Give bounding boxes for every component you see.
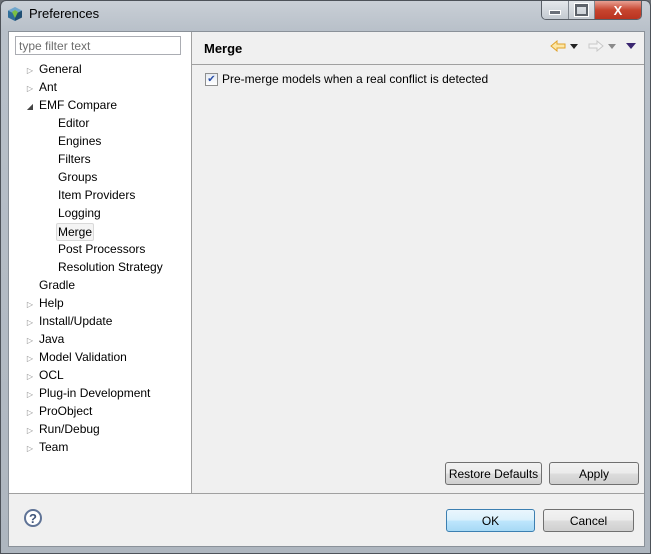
forward-history-dropdown-icon[interactable] [608,43,616,49]
window-title: Preferences [29,6,100,21]
tree-item-label: OCL [39,368,64,382]
preferences-cube-icon [8,7,22,21]
expand-arrow-icon[interactable]: ▷ [25,403,35,421]
tree-item-label: Item Providers [58,188,136,202]
tree-item-label: Merge [56,223,95,241]
minimize-button[interactable] [542,1,569,19]
tree-item-label: Editor [58,116,90,130]
expand-arrow-icon[interactable]: ▷ [25,367,35,385]
tree-item-label: Engines [58,134,102,148]
page-title: Merge [204,41,243,56]
tree-item[interactable]: ▷ Java [9,331,191,349]
expand-arrow-icon[interactable]: ▷ [25,385,35,403]
back-history-dropdown-icon[interactable] [570,43,578,49]
forward-arrow-icon[interactable] [588,40,604,52]
preferences-window: Preferences X ▷ General ▷ Ant ◢ EMF Compare Ed… [0,0,651,554]
expand-arrow-icon[interactable]: ▷ [25,421,35,439]
tree-item-label: Ant [39,80,58,94]
expand-arrow-icon[interactable]: ▷ [25,439,35,457]
title-bar[interactable]: Preferences X [1,1,650,27]
tree-item[interactable]: ▷ Ant [9,79,191,97]
cancel-button[interactable]: Cancel [543,509,634,532]
tree-item[interactable]: Logging [9,205,191,223]
tree-item-label: Java [39,332,65,346]
tree-item[interactable]: ▷ Team [9,439,191,457]
ok-button[interactable]: OK [446,509,535,532]
pre-merge-label: Pre-merge models when a real conflict is… [222,72,489,86]
tree-item[interactable]: Merge [9,223,191,241]
preference-page: Merge ✔ Pre-merge models when a real con… [192,32,644,494]
apply-button[interactable]: Apply [549,462,639,485]
tree-item[interactable]: Filters [9,151,191,169]
pre-merge-checkbox[interactable]: ✔ [205,72,218,86]
preference-tree-pane: ▷ General ▷ Ant ◢ EMF Compare Editor Engines Fil… [9,32,192,494]
pre-merge-option[interactable]: ✔ Pre-merge models when a real conflict … [205,72,488,86]
restore-defaults-button[interactable]: Restore Defaults [445,462,542,485]
tree-item[interactable]: Item Providers [9,187,191,205]
tree-item-label: Model Validation [39,350,127,364]
tree-item[interactable]: Gradle [9,277,191,295]
view-menu-icon[interactable] [626,43,636,49]
tree-item[interactable]: ▷ Run/Debug [9,421,191,439]
title-separator [192,64,644,65]
expand-arrow-icon[interactable]: ▷ [25,349,35,367]
tree-item[interactable]: ▷ Install/Update [9,313,191,331]
maximize-icon [575,4,588,16]
tree-item-label: Help [39,296,64,310]
close-button[interactable]: X [595,1,641,19]
tree-item-label: General [39,62,82,76]
preference-tree: ▷ General ▷ Ant ◢ EMF Compare Editor Engines Fil… [9,61,191,457]
tree-item[interactable]: Resolution Strategy [9,259,191,277]
tree-item-label: EMF Compare [39,98,118,112]
tree-item[interactable]: ▷ ProObject [9,403,191,421]
collapse-arrow-icon[interactable]: ◢ [25,97,35,115]
tree-item-label: Run/Debug [39,422,100,436]
filter-input[interactable] [15,36,181,55]
help-icon[interactable]: ? [24,509,42,527]
tree-item[interactable]: Engines [9,133,191,151]
window-controls: X [541,1,642,20]
tree-item[interactable]: ▷ Help [9,295,191,313]
tree-item[interactable]: Post Processors [9,241,191,259]
tree-item-label: Post Processors [58,242,146,256]
page-navigation [550,40,636,52]
tree-item-label: Install/Update [39,314,113,328]
tree-item[interactable]: ▷ Model Validation [9,349,191,367]
maximize-button[interactable] [569,1,595,19]
dialog-client-area: ▷ General ▷ Ant ◢ EMF Compare Editor Engines Fil… [8,31,645,547]
tree-item-label: ProObject [39,404,93,418]
close-icon: X [613,2,623,18]
expand-arrow-icon[interactable]: ▷ [25,61,35,79]
tree-item[interactable]: Editor [9,115,191,133]
tree-item-label: Team [39,440,69,454]
back-arrow-icon[interactable] [550,40,566,52]
tree-item[interactable]: ▷ General [9,61,191,79]
tree-item-label: Plug-in Development [39,386,151,400]
tree-item-label: Logging [58,206,101,220]
expand-arrow-icon[interactable]: ▷ [25,295,35,313]
expand-arrow-icon[interactable]: ▷ [25,331,35,349]
tree-item[interactable]: ◢ EMF Compare [9,97,191,115]
tree-item[interactable]: ▷ Plug-in Development [9,385,191,403]
minimize-icon [549,10,561,15]
tree-item[interactable]: Groups [9,169,191,187]
expand-arrow-icon[interactable]: ▷ [25,79,35,97]
tree-item-label: Filters [58,152,91,166]
footer-separator [9,493,644,494]
tree-item-label: Groups [58,170,98,184]
expand-arrow-icon[interactable]: ▷ [25,313,35,331]
tree-item[interactable]: ▷ OCL [9,367,191,385]
tree-item-label: Gradle [39,278,76,292]
tree-item-label: Resolution Strategy [58,260,163,274]
